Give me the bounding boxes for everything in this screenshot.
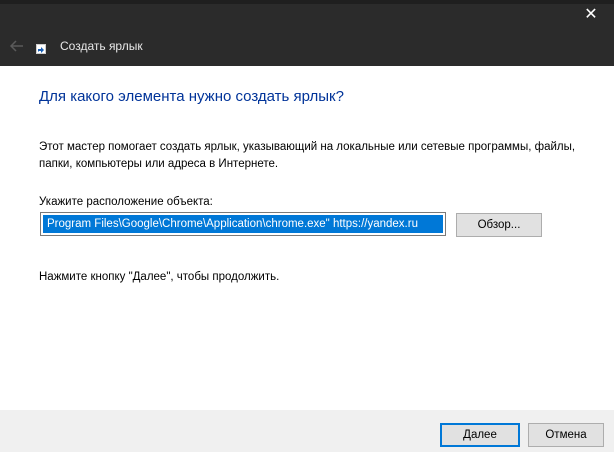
title-bar: ✕ Создать ярлык [0, 0, 614, 66]
location-label: Укажите расположение объекта: [39, 196, 213, 208]
browse-button[interactable]: Обзор... [456, 213, 542, 237]
location-input-value: Program Files\Google\Chrome\Application\… [43, 215, 443, 233]
create-shortcut-window: ✕ Создать ярлык Для какого элемента нужн… [0, 0, 614, 452]
back-arrow-icon [9, 40, 23, 52]
close-icon: ✕ [584, 6, 598, 23]
wizard-description: Этот мастер помогает создать ярлык, указ… [39, 141, 576, 170]
wizard-heading: Для какого элемента нужно создать ярлык? [39, 88, 344, 105]
close-button[interactable]: ✕ [568, 0, 614, 30]
wizard-hint: Нажмите кнопку "Далее", чтобы продолжить… [39, 271, 280, 283]
back-button[interactable] [7, 36, 27, 56]
location-input[interactable]: Program Files\Google\Chrome\Application\… [40, 212, 446, 236]
shortcut-icon [36, 41, 46, 54]
footer-bar [0, 410, 614, 452]
title-bar-stripe [0, 0, 614, 4]
window-title: Создать ярлык [60, 39, 143, 53]
cancel-button[interactable]: Отмена [528, 423, 604, 447]
next-button[interactable]: Далее [440, 423, 520, 447]
